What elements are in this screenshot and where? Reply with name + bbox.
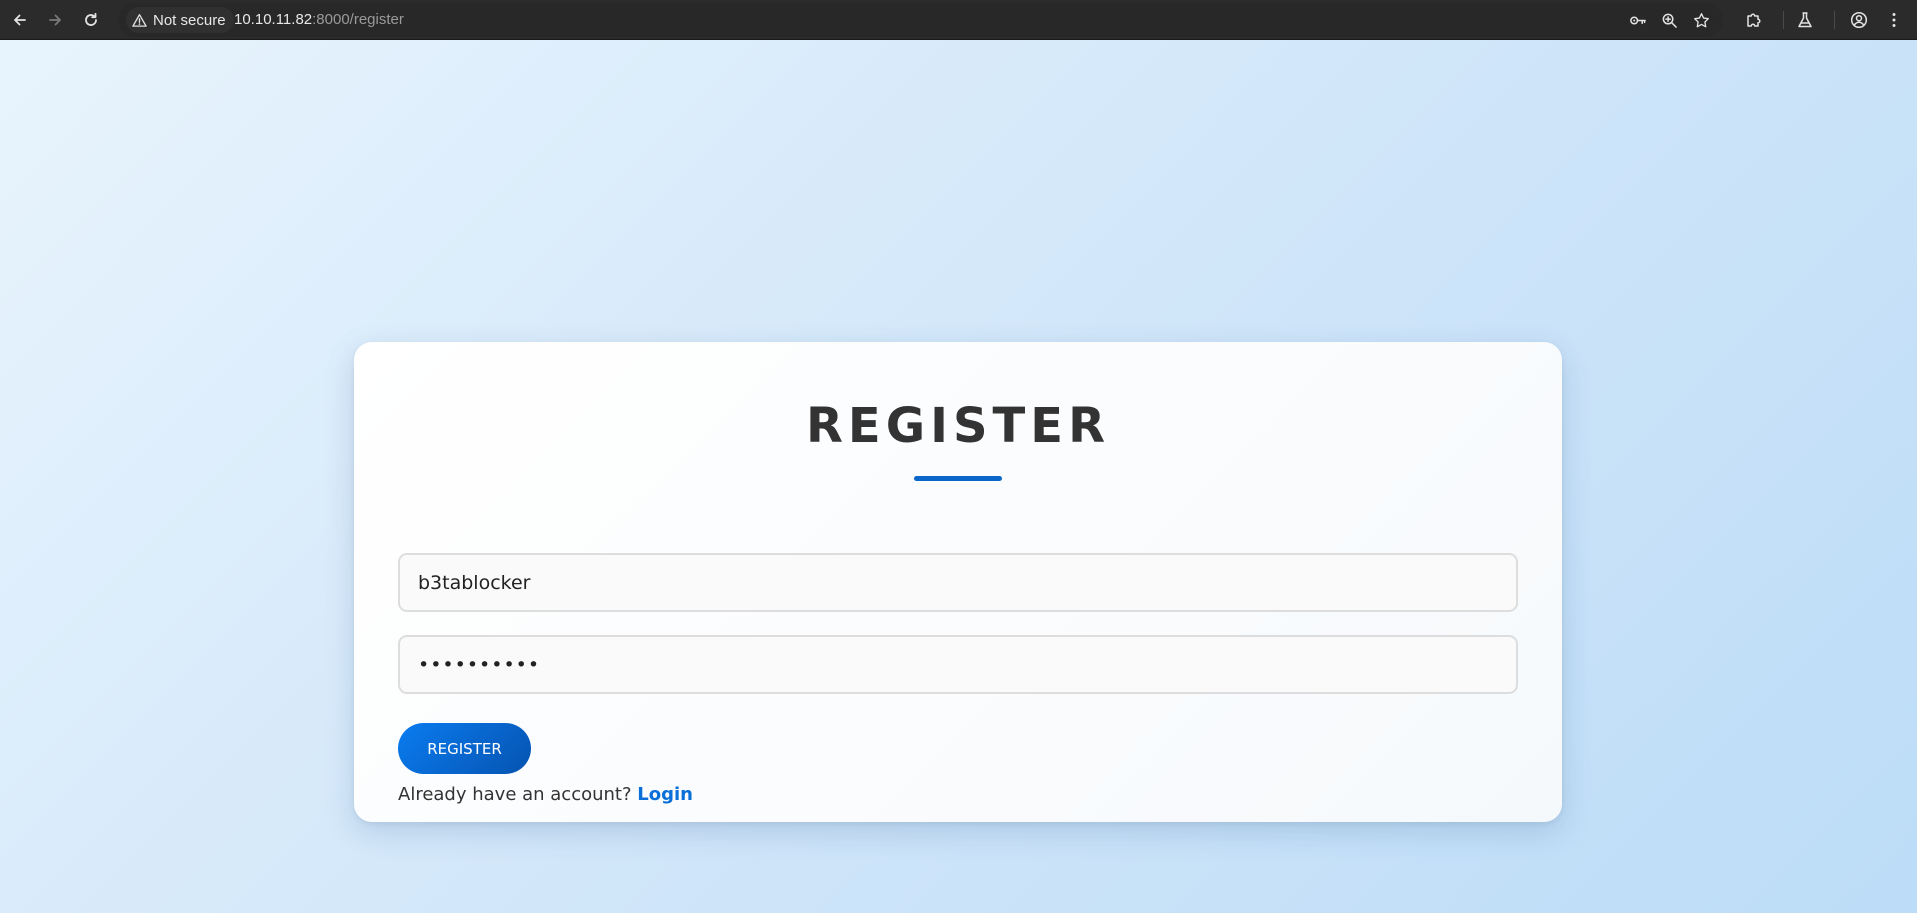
menu-dots-icon bbox=[1892, 13, 1896, 27]
profile-button[interactable] bbox=[1846, 7, 1872, 33]
login-prompt: Already have an account? bbox=[398, 784, 632, 805]
profile-icon bbox=[1850, 11, 1868, 29]
forward-arrow-icon bbox=[49, 14, 61, 26]
password-input[interactable] bbox=[398, 635, 1518, 694]
labs-button[interactable] bbox=[1792, 7, 1818, 33]
key-icon bbox=[1629, 15, 1646, 25]
page-title: REGISTER bbox=[805, 398, 1111, 454]
url-text[interactable]: 10.10.11.82:8000/register bbox=[234, 11, 404, 28]
security-label: Not secure bbox=[153, 11, 226, 29]
login-link[interactable]: Login bbox=[637, 784, 693, 805]
security-indicator[interactable]: Not secure bbox=[126, 7, 234, 33]
login-prompt-line: Already have an account? Login bbox=[398, 784, 693, 805]
page-viewport: REGISTER REGISTER Already have an accoun… bbox=[0, 40, 1917, 913]
zoom-button[interactable] bbox=[1658, 9, 1680, 31]
password-manager-button[interactable] bbox=[1626, 9, 1648, 31]
back-button[interactable] bbox=[5, 5, 35, 35]
forward-button[interactable] bbox=[40, 5, 70, 35]
labs-flask-icon bbox=[1798, 12, 1812, 28]
bookmark-button[interactable] bbox=[1690, 9, 1712, 31]
reload-button[interactable] bbox=[76, 5, 106, 35]
warning-icon bbox=[132, 13, 147, 27]
extensions-icon bbox=[1747, 13, 1761, 27]
register-card: REGISTER REGISTER Already have an accoun… bbox=[354, 342, 1562, 822]
browser-menu-button[interactable] bbox=[1881, 7, 1907, 33]
username-input[interactable] bbox=[398, 553, 1518, 612]
zoom-icon bbox=[1662, 13, 1677, 28]
star-icon bbox=[1693, 12, 1709, 27]
address-bar[interactable]: Not secure 10.10.11.82:8000/register bbox=[118, 3, 1723, 37]
url-path: :8000/register bbox=[312, 11, 404, 28]
title-underline bbox=[914, 476, 1002, 481]
url-host: 10.10.11.82 bbox=[234, 11, 313, 28]
reload-icon bbox=[85, 12, 97, 26]
browser-toolbar: Not secure 10.10.11.82:8000/register bbox=[0, 0, 1917, 40]
extensions-button[interactable] bbox=[1741, 7, 1767, 33]
back-arrow-icon bbox=[14, 14, 26, 26]
register-button[interactable]: REGISTER bbox=[398, 723, 531, 774]
toolbar-divider bbox=[1783, 11, 1784, 29]
toolbar-divider bbox=[1834, 11, 1835, 29]
